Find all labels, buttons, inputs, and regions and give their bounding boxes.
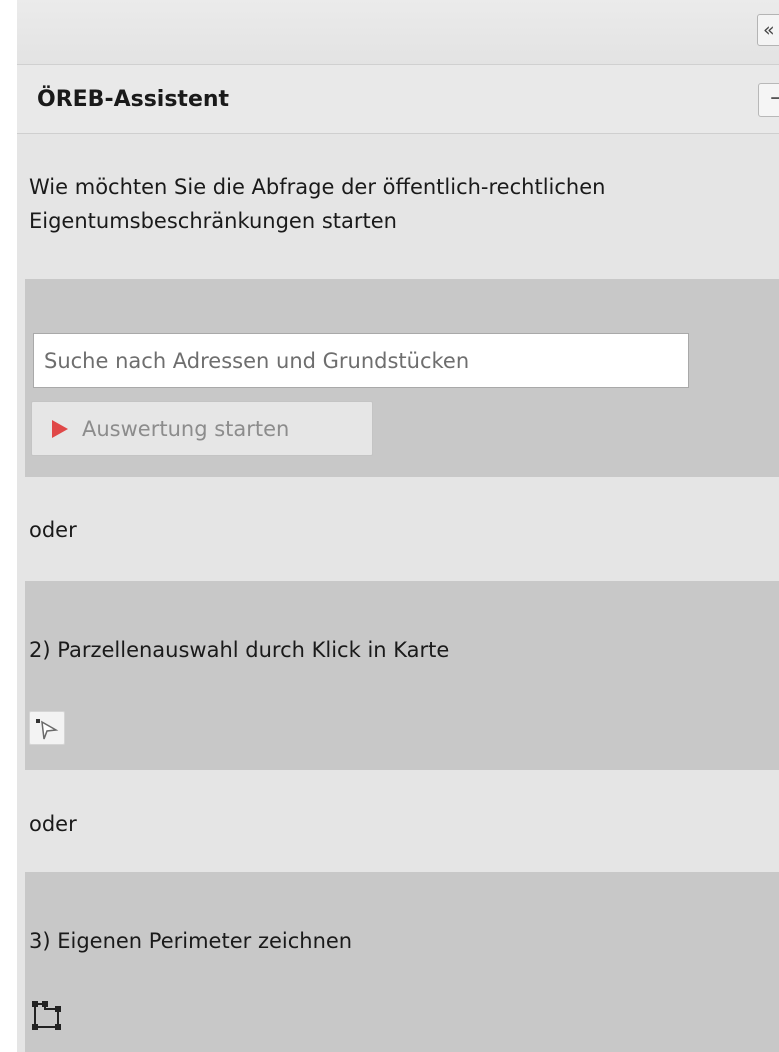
perimeter-section: 3) Eigenen Perimeter zeichnen — [25, 872, 779, 1052]
pointer-select-icon — [36, 719, 59, 740]
panel-header: ÖREB-Assistent − — [17, 64, 779, 134]
parcel-section-title: 2) Parzellenauswahl durch Klick in Karte — [29, 638, 450, 662]
search-input[interactable] — [33, 333, 689, 388]
panel-title: ÖREB-Assistent — [37, 87, 230, 112]
intro-text: Wie möchten Sie die Abfrage der öffentli… — [29, 175, 606, 233]
collapse-panel-button[interactable]: « — [757, 14, 779, 46]
minus-icon: − — [769, 86, 779, 111]
start-evaluation-button[interactable]: Auswertung starten — [31, 401, 373, 456]
or-separator: oder — [29, 812, 77, 836]
parcel-section: 2) Parzellenauswahl durch Klick in Karte — [25, 581, 779, 770]
panel-toolbar: « — [17, 0, 779, 64]
start-evaluation-label: Auswertung starten — [82, 416, 290, 441]
minimize-button[interactable]: − — [758, 83, 779, 117]
or-separator: oder — [29, 518, 77, 542]
double-chevron-left-icon: « — [763, 19, 775, 41]
draw-polygon-icon — [32, 1001, 61, 1030]
red-arrow-icon — [52, 419, 68, 438]
perimeter-section-title: 3) Eigenen Perimeter zeichnen — [29, 929, 353, 953]
search-section: Auswertung starten — [25, 279, 779, 477]
oereb-assistant-panel: « ÖREB-Assistent − Wie möchten Sie die A… — [17, 0, 779, 1052]
draw-perimeter-tool-button[interactable] — [29, 998, 65, 1032]
parcel-select-tool-button[interactable] — [29, 711, 65, 745]
